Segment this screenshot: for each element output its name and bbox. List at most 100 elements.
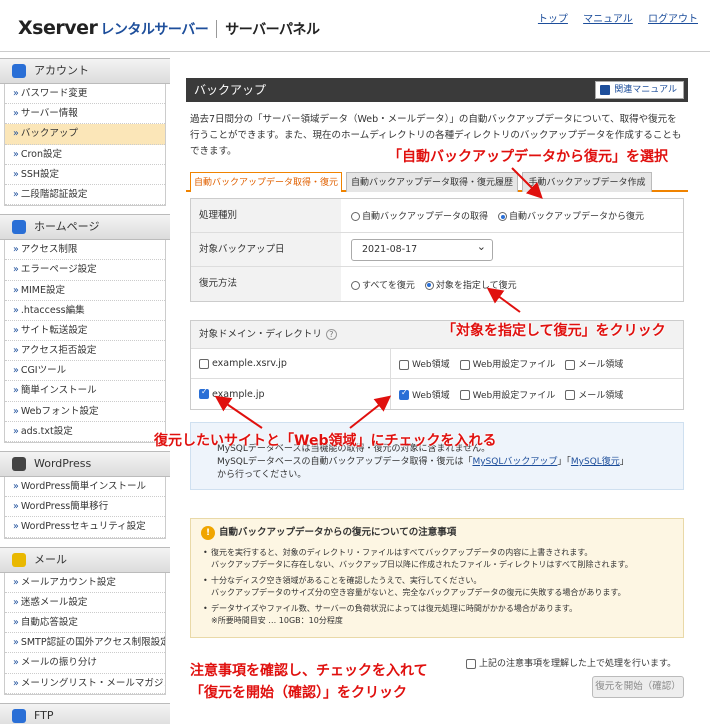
type-option-restore[interactable]: 自動バックアップデータから復元: [498, 209, 644, 222]
sidebar-item[interactable]: 自動応答設定: [5, 612, 165, 634]
backup-date-select[interactable]: 2021-08-17: [351, 237, 493, 261]
web-config-option[interactable]: Web用設定ファイル: [459, 388, 556, 401]
info-line-2: MySQLデータベースの自動バックアップデータ取得・復元は「MySQLバックアッ…: [217, 456, 683, 469]
info-line-3: から行ってください。: [217, 470, 307, 480]
page-title-bar: バックアップ 関連マニュアル: [186, 78, 688, 102]
logo[interactable]: Xserver レンタルサーバー サーバーパネル: [18, 17, 320, 39]
tab-history[interactable]: 自動バックアップデータ取得・復元履歴: [346, 172, 518, 192]
sidebar-item[interactable]: アクセス拒否設定: [5, 341, 165, 362]
sidebar-items: メールアカウント設定迷惑メール設定自動応答設定SMTP認証の国外アクセス制限設定…: [4, 572, 166, 695]
warning-title: ! 自動バックアップデータからの復元についての注意事項: [201, 526, 673, 540]
sidebar-item[interactable]: バックアップ: [5, 124, 165, 145]
web-area-option-checked[interactable]: Web領域: [399, 388, 450, 401]
link-top[interactable]: トップ: [538, 14, 568, 25]
header: Xserver レンタルサーバー サーバーパネル トップ マニュアル ログアウト: [0, 0, 710, 52]
annotation-click-specify: 「対象を指定して復元」をクリック: [442, 323, 666, 339]
warning-text: 復元を実行すると、対象のディレクトリ・ファイルはすべてバックアップデータの内容に…: [211, 548, 593, 557]
domain-name: example.jp: [212, 388, 265, 400]
sidebar-item[interactable]: SMTP認証の国外アクセス制限設定: [5, 633, 165, 654]
annotation-select-restore: 「自動バックアップデータから復元」を選択: [388, 149, 668, 165]
method-option-all[interactable]: すべてを復元: [351, 278, 415, 291]
sidebar-item[interactable]: ads.txt設定: [5, 421, 165, 442]
info-text: 」: [619, 457, 629, 467]
mail-area-label: メール領域: [578, 360, 624, 370]
sidebar-item[interactable]: 二段階認証設定: [5, 184, 165, 206]
section-icon: [12, 457, 26, 471]
checkbox-checked-icon: [399, 388, 409, 400]
section-icon: [12, 64, 26, 78]
sidebar-item[interactable]: WordPress簡単インストール: [5, 477, 165, 498]
warning-text: バックアップデータに存在しない、バックアップ日以降に作成されたファイル・ディレク…: [211, 560, 633, 569]
mail-area-option[interactable]: メール領域: [565, 388, 623, 401]
sidebar-item[interactable]: Cron設定: [5, 144, 165, 165]
annotation-confirm-notes: 注意事項を確認し、チェックを入れて: [190, 663, 428, 679]
sidebar-item[interactable]: アクセス制限: [5, 240, 165, 261]
checkbox-icon: [459, 390, 470, 400]
warning-title-text: 自動バックアップデータからの復元についての注意事項: [219, 527, 457, 538]
checkbox-icon: [459, 359, 470, 370]
section-title: ホームページ: [34, 220, 100, 234]
page-title: バックアップ: [194, 83, 267, 97]
annotation-click-start: 「復元を開始（確認）」をクリック: [190, 685, 407, 701]
warning-text: ※所要時間目安 … 10GB：10分程度: [211, 616, 343, 625]
method-option-specify[interactable]: 対象を指定して復元: [424, 278, 517, 291]
sidebar-item[interactable]: サイト転送設定: [5, 320, 165, 342]
section-title: FTP: [34, 708, 54, 722]
type-label: 処理種別: [191, 199, 341, 232]
warning-item: データサイズやファイル数、サーバーの負荷状況によっては復元処理に時間がかかる場合…: [201, 603, 673, 627]
sidebar-item[interactable]: パスワード変更: [5, 84, 165, 105]
sidebar-item[interactable]: メールアカウント設定: [5, 572, 165, 593]
section-title: WordPress: [34, 457, 92, 470]
type-option-fetch-label: 自動バックアップデータの取得: [362, 212, 489, 222]
type-row: 処理種別 自動バックアップデータの取得 自動バックアップデータから復元: [191, 199, 683, 233]
domain-checkbox-checked[interactable]: [199, 387, 209, 399]
web-area-label: Web領域: [412, 360, 450, 370]
sidebar-item[interactable]: サーバー情報: [5, 104, 165, 125]
warning-text: バックアップデータのサイズ分の空き容量がないと、完全なバックアップデータの復元に…: [211, 588, 626, 597]
sidebar-section-header: WordPress: [0, 451, 170, 477]
panel-name: サーバーパネル: [225, 22, 320, 38]
mail-area-option[interactable]: メール領域: [565, 357, 623, 370]
brand-name: Xserver: [18, 17, 98, 39]
domain-checkbox[interactable]: [199, 358, 209, 369]
web-config-label: Web用設定ファイル: [472, 390, 556, 401]
tab-auto-restore[interactable]: 自動バックアップデータ取得・復元: [190, 172, 342, 192]
related-manual-button[interactable]: 関連マニュアル: [595, 81, 684, 99]
sidebar-item[interactable]: WordPressセキュリティ設定: [5, 517, 165, 538]
link-manual[interactable]: マニュアル: [583, 14, 633, 25]
tab-manual-backup[interactable]: 手動バックアップデータ作成: [522, 172, 652, 192]
type-option-fetch[interactable]: 自動バックアップデータの取得: [351, 209, 488, 222]
sidebar-item[interactable]: CGIツール: [5, 361, 165, 382]
help-icon[interactable]: ?: [325, 329, 337, 340]
mysql-backup-link[interactable]: MySQLバックアップ: [472, 457, 557, 467]
warning-icon: !: [201, 526, 215, 540]
section-icon: [12, 708, 26, 723]
sidebar-item[interactable]: メールの振り分け: [5, 653, 165, 674]
section-title: アカウント: [34, 64, 89, 77]
sidebar-item[interactable]: 簡単インストール: [5, 381, 165, 402]
web-area-option[interactable]: Web領域: [399, 357, 450, 370]
info-text: MySQLデータベースの自動バックアップデータ取得・復元は「: [217, 457, 473, 467]
date-label: 対象バックアップ日: [191, 233, 341, 266]
start-restore-button[interactable]: 復元を開始（確認）: [592, 676, 684, 698]
web-config-option[interactable]: Web用設定ファイル: [459, 357, 555, 370]
link-logout[interactable]: ログアウト: [648, 14, 698, 25]
sidebar: アカウントパスワード変更サーバー情報バックアップCron設定SSH設定二段階認証…: [0, 58, 170, 724]
agree-checkbox[interactable]: [466, 658, 476, 669]
agree-option[interactable]: 上記の注意事項を理解した上で処理を行います。: [466, 656, 676, 669]
logo-divider: [216, 19, 218, 38]
sidebar-item[interactable]: MIME設定: [5, 280, 165, 301]
backup-form: 処理種別 自動バックアップデータの取得 自動バックアップデータから復元 対象バッ…: [190, 198, 684, 302]
sidebar-item[interactable]: メーリングリスト・メールマガジン: [5, 673, 165, 694]
sidebar-item[interactable]: エラーページ設定: [5, 260, 165, 281]
info-text: 」「: [557, 457, 571, 467]
checkbox-icon: [565, 359, 576, 370]
sidebar-item[interactable]: Webフォント設定: [5, 401, 165, 422]
sidebar-item[interactable]: .htaccess編集: [5, 300, 165, 321]
mysql-restore-link[interactable]: MySQL復元: [571, 457, 620, 467]
sidebar-item[interactable]: 迷惑メール設定: [5, 592, 165, 613]
web-area-label: Web領域: [412, 390, 450, 401]
sidebar-item[interactable]: SSH設定: [5, 164, 165, 185]
tab-bar: 自動バックアップデータ取得・復元 自動バックアップデータ取得・復元履歴 手動バッ…: [186, 172, 688, 192]
sidebar-item[interactable]: WordPress簡単移行: [5, 497, 165, 518]
